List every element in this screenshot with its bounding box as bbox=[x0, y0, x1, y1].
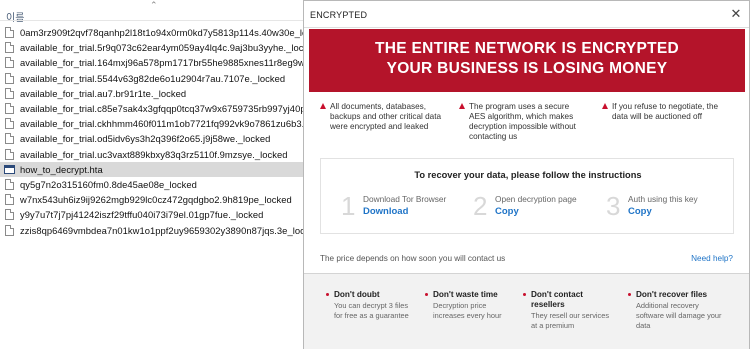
hta-icon bbox=[4, 164, 15, 174]
file-name: w7nx543uh6iz9ij9262mgb929lc0cz472gqdgbo2… bbox=[20, 194, 292, 206]
step-label: Auth using this key bbox=[628, 194, 698, 204]
warning-text: All documents, databases, backups and ot… bbox=[330, 102, 442, 131]
file-icon bbox=[5, 224, 14, 236]
file-name: available_for_trial.c85e7sak4x3gfqqp0tcq… bbox=[20, 103, 310, 115]
download-tor-link[interactable]: Download bbox=[363, 206, 408, 217]
file-explorer: ⌃ 이름 0am3rz909t2qvf78qanhp2l18t1o94x0rm0… bbox=[0, 0, 310, 349]
footer-item-dont-recover-files: Don't recover files Additional recovery … bbox=[628, 290, 728, 332]
file-row[interactable]: how_to_decrypt.hta bbox=[0, 161, 310, 177]
footer-item-text: You can decrypt 3 files for free as a gu… bbox=[334, 301, 409, 321]
footer-item-text: Additional recovery software will damage… bbox=[636, 301, 722, 331]
file-icon bbox=[5, 133, 14, 145]
file-row[interactable]: available_for_trial.c85e7sak4x3gfqqp0tcq… bbox=[0, 101, 310, 116]
header-divider bbox=[0, 20, 310, 21]
warning-item-auction: If you refuse to negotiate, the data wil… bbox=[602, 102, 736, 122]
file-row[interactable]: available_for_trial.au7.br91r1te._locked bbox=[0, 86, 310, 101]
file-icon bbox=[5, 27, 14, 39]
file-row[interactable]: qy5g7n2o315160fm0.8de45ae08e_locked bbox=[0, 177, 310, 192]
footer-item-title: Don't contact resellers bbox=[531, 290, 583, 309]
file-row[interactable]: w7nx543uh6iz9ij9262mgb929lc0cz472gqdgbo2… bbox=[0, 192, 310, 207]
footer-item-dont-contact-resellers: Don't contact resellers They resell our … bbox=[523, 290, 615, 331]
step-label: Download Tor Browser bbox=[363, 194, 447, 204]
close-icon[interactable]: ✕ bbox=[729, 7, 743, 21]
warning-item-leaked: All documents, databases, backups and ot… bbox=[320, 102, 448, 132]
file-row[interactable]: y9y7u7t7j7pj41242iszf29tffu040i73i79el.0… bbox=[0, 207, 310, 222]
file-icon bbox=[5, 57, 14, 69]
footer-item-dont-doubt: Don't doubt You can decrypt 3 files for … bbox=[326, 290, 412, 321]
price-note: The price depends on how soon you will c… bbox=[320, 254, 506, 263]
file-name: how_to_decrypt.hta bbox=[20, 163, 103, 175]
warning-banner: THE ENTIRE NETWORK IS ENCRYPTED YOUR BUS… bbox=[309, 29, 745, 92]
warning-item-aes: The program uses a secure AES algorithm,… bbox=[459, 102, 587, 142]
copy-key-link[interactable]: Copy bbox=[628, 206, 652, 217]
bullet-dot-icon bbox=[628, 293, 631, 296]
warning-triangle-icon bbox=[602, 103, 608, 109]
file-name: y9y7u7t7j7pj41242iszf29tffu040i73i79el.0… bbox=[20, 209, 264, 221]
step-label: Open decryption page bbox=[495, 194, 577, 204]
banner-line-2: YOUR BUSINESS IS LOSING MONEY bbox=[386, 60, 668, 77]
banner-line-1: THE ENTIRE NETWORK IS ENCRYPTED bbox=[374, 40, 680, 57]
file-name: 0am3rz909t2qvf78qanhp2l18t1o94x0rm0kd7y5… bbox=[20, 27, 310, 39]
file-icon bbox=[5, 209, 14, 221]
window-titlebar[interactable]: ENCRYPTED ✕ bbox=[304, 1, 749, 28]
step-number: 2 bbox=[473, 191, 488, 221]
copy-url-link[interactable]: Copy bbox=[495, 206, 519, 217]
name-column-header[interactable]: 이름 bbox=[6, 9, 24, 24]
file-row[interactable]: available_for_trial.164mxj96a578pm1717br… bbox=[0, 55, 310, 70]
file-icon bbox=[5, 194, 14, 206]
bullet-dot-icon bbox=[523, 293, 526, 296]
file-name: available_for_trial.uc3vaxt889kbxy83q3rz… bbox=[20, 148, 288, 160]
footer-item-title: Don't doubt bbox=[334, 290, 380, 299]
file-row[interactable]: available_for_trial.od5idv6ys3h2q396f2o6… bbox=[0, 131, 310, 146]
warning-triangle-icon bbox=[459, 103, 465, 109]
recover-title: To recover your data, please follow the … bbox=[414, 170, 642, 180]
file-name: zzis8qp6469vmbdea7n01kw1o1ppf2uy9659302y… bbox=[20, 224, 310, 236]
ransom-note-window: ENCRYPTED ✕ THE ENTIRE NETWORK IS ENCRYP… bbox=[303, 0, 750, 349]
footer-item-dont-waste-time: Don't waste time Decryption price increa… bbox=[425, 290, 515, 321]
file-name: available_for_trial.au7.br91r1te._locked bbox=[20, 87, 187, 99]
file-name: available_for_trial.od5idv6ys3h2q396f2o6… bbox=[20, 133, 271, 145]
sort-chevron-icon[interactable]: ⌃ bbox=[150, 0, 158, 11]
footer-item-title: Don't recover files bbox=[636, 290, 708, 299]
file-icon bbox=[5, 103, 14, 115]
file-icon bbox=[5, 178, 14, 190]
file-name: available_for_trial.164mxj96a578pm1717br… bbox=[20, 57, 310, 69]
footer-panel: Don't doubt You can decrypt 3 files for … bbox=[304, 274, 749, 349]
step-number: 1 bbox=[341, 191, 356, 221]
need-help-link[interactable]: Need help? bbox=[691, 254, 733, 263]
recover-instructions-box: To recover your data, please follow the … bbox=[320, 158, 734, 234]
window-title: ENCRYPTED bbox=[310, 10, 368, 20]
file-icon bbox=[5, 72, 14, 84]
file-icon bbox=[5, 148, 14, 160]
file-row[interactable]: available_for_trial.5r9q073c62ear4ym059a… bbox=[0, 40, 310, 55]
warning-text: If you refuse to negotiate, the data wil… bbox=[612, 102, 719, 121]
file-icon bbox=[5, 118, 14, 130]
footer-item-text: They resell our services at a premium bbox=[531, 311, 610, 331]
file-name: available_for_trial.ckhhmm460f011m1ob772… bbox=[20, 118, 310, 130]
file-icon bbox=[5, 87, 14, 99]
file-row[interactable]: available_for_trial.ckhhmm460f011m1ob772… bbox=[0, 116, 310, 131]
file-list: 0am3rz909t2qvf78qanhp2l18t1o94x0rm0kd7y5… bbox=[0, 25, 310, 238]
file-row[interactable]: available_for_trial.uc3vaxt889kbxy83q3rz… bbox=[0, 147, 310, 162]
file-row[interactable]: zzis8qp6469vmbdea7n01kw1o1ppf2uy9659302y… bbox=[0, 222, 310, 237]
file-name: qy5g7n2o315160fm0.8de45ae08e_locked bbox=[20, 178, 197, 190]
file-name: available_for_trial.5544v63g82de6o1u2904… bbox=[20, 72, 286, 84]
bullet-dot-icon bbox=[425, 293, 428, 296]
file-icon bbox=[5, 42, 14, 54]
file-row[interactable]: available_for_trial.5544v63g82de6o1u2904… bbox=[0, 71, 310, 86]
warning-text: The program uses a secure AES algorithm,… bbox=[469, 102, 576, 141]
file-row[interactable]: 0am3rz909t2qvf78qanhp2l18t1o94x0rm0kd7y5… bbox=[0, 25, 310, 40]
footer-item-title: Don't waste time bbox=[433, 290, 498, 299]
step-number: 3 bbox=[606, 191, 621, 221]
footer-item-text: Decryption price increases every hour bbox=[433, 301, 502, 321]
bullet-dot-icon bbox=[326, 293, 329, 296]
warning-triangle-icon bbox=[320, 103, 326, 109]
file-name: available_for_trial.5r9q073c62ear4ym059a… bbox=[20, 42, 310, 54]
